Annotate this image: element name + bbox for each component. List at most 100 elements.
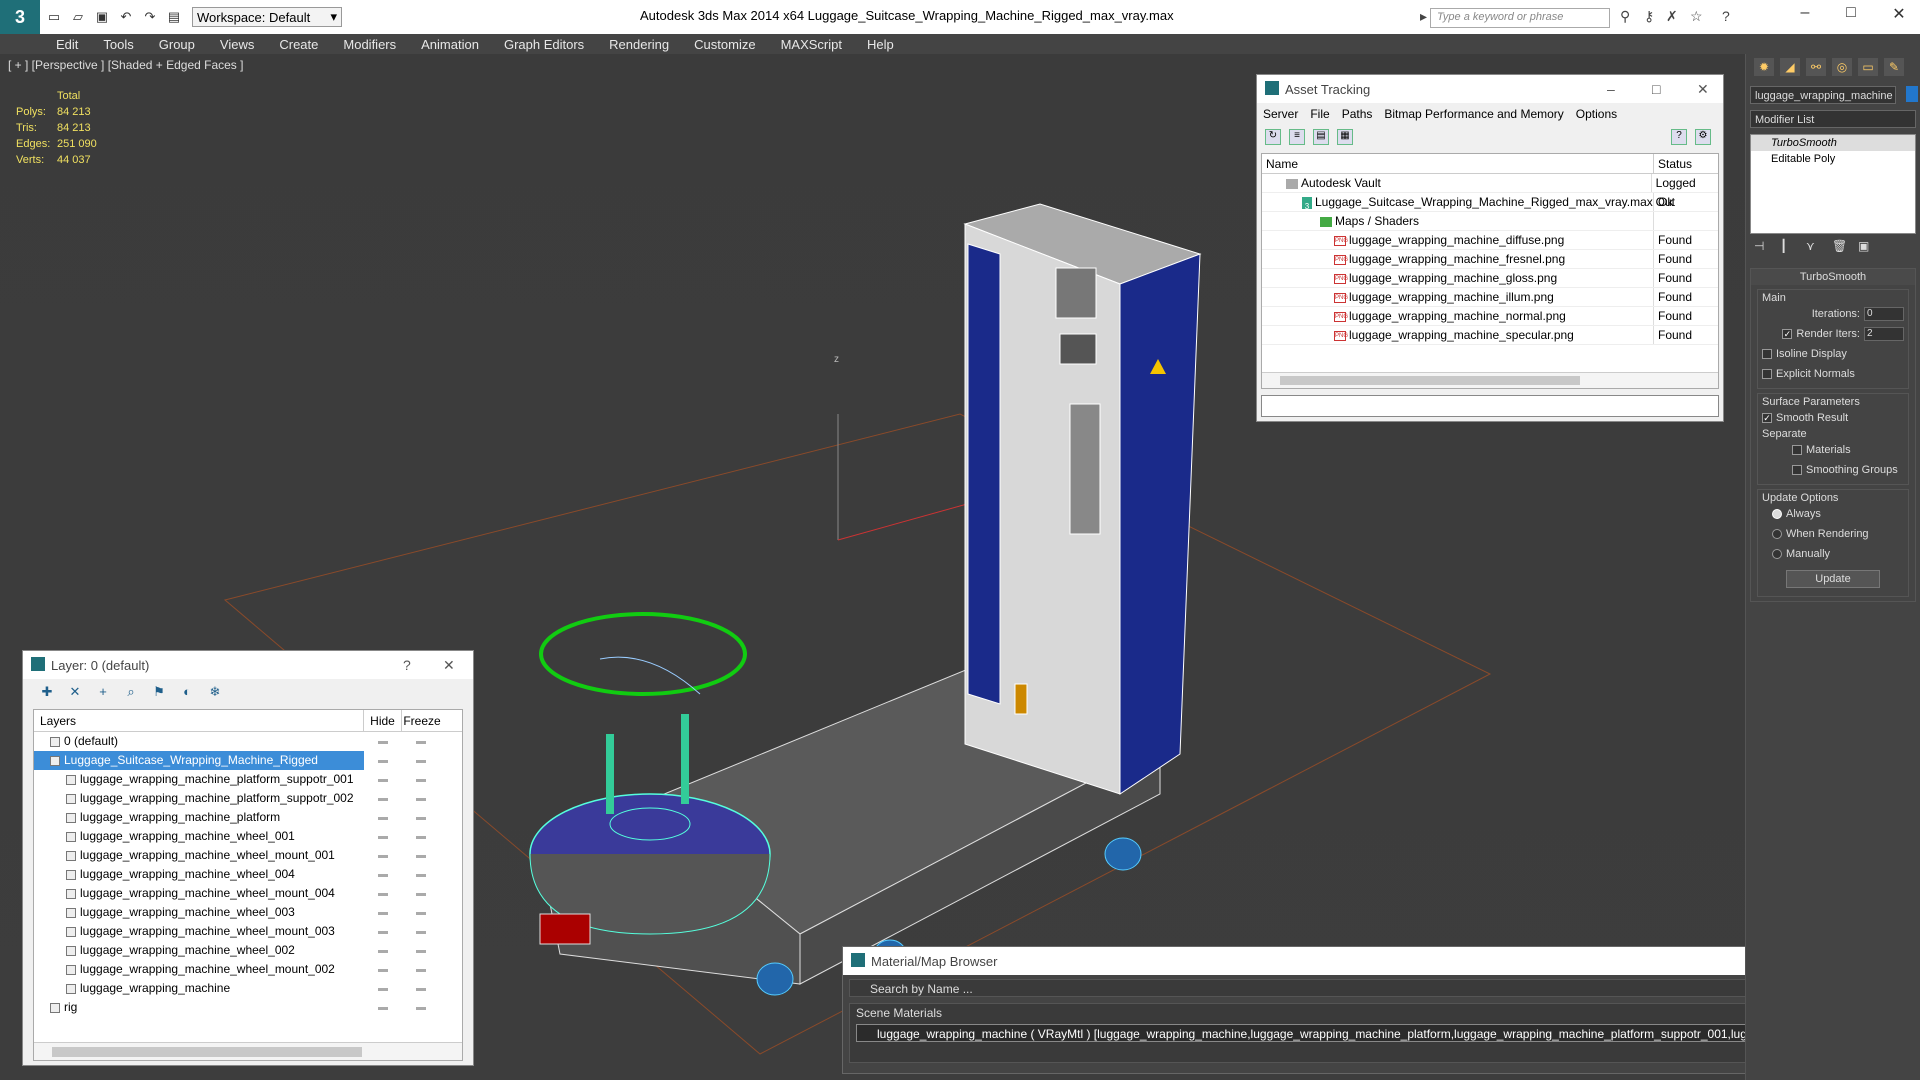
- close-icon[interactable]: ✕: [443, 657, 455, 674]
- add-to-layer-icon[interactable]: +: [95, 684, 111, 700]
- hide-toggle-icon[interactable]: ▬: [364, 922, 402, 941]
- material-item[interactable]: luggage_wrapping_machine ( VRayMtl ) [lu…: [856, 1024, 1888, 1042]
- hide-toggle-icon[interactable]: ▬: [364, 846, 402, 865]
- table-row[interactable]: PNGluggage_wrapping_machine_illum.png Fou…: [1262, 288, 1718, 307]
- freeze-toggle-icon[interactable]: ▬: [402, 960, 440, 979]
- menu-graph-editors[interactable]: Graph Editors: [504, 37, 584, 52]
- hide-toggle-icon[interactable]: ▬: [364, 827, 402, 846]
- settings-icon[interactable]: ⚙: [1695, 129, 1711, 145]
- column-hide[interactable]: Hide: [364, 710, 402, 731]
- table-row[interactable]: PNGluggage_wrapping_machine_gloss.png Fou…: [1262, 269, 1718, 288]
- freeze-toggle-icon[interactable]: ▬: [402, 922, 440, 941]
- table-row[interactable]: PNGluggage_wrapping_machine_diffuse.png F…: [1262, 231, 1718, 250]
- column-status[interactable]: Status: [1654, 154, 1692, 173]
- menu-help[interactable]: Help: [867, 37, 894, 52]
- refresh-icon[interactable]: ↻: [1265, 129, 1281, 145]
- layer-row[interactable]: luggage_wrapping_machine_wheel_003 ▬ ▬: [34, 903, 462, 922]
- manually-radio[interactable]: [1772, 549, 1782, 559]
- menu-rendering[interactable]: Rendering: [609, 37, 669, 52]
- freeze-toggle-icon[interactable]: ▬: [402, 827, 440, 846]
- freeze-toggle-icon[interactable]: ▬: [402, 770, 440, 789]
- menu-animation[interactable]: Animation: [421, 37, 479, 52]
- freeze-toggle-icon[interactable]: ▬: [402, 979, 440, 998]
- asset-tracking-titlebar[interactable]: Asset Tracking – □ ✕: [1257, 75, 1723, 103]
- list-view-icon[interactable]: ≡: [1289, 129, 1305, 145]
- layer-row[interactable]: Luggage_Suitcase_Wrapping_Machine_Rigged…: [34, 751, 462, 770]
- freeze-toggle-icon[interactable]: ▬: [402, 751, 440, 770]
- detail-view-icon[interactable]: ▤: [1313, 129, 1329, 145]
- create-tab-icon[interactable]: ✹: [1754, 58, 1774, 76]
- asset-menu-bitmap[interactable]: Bitmap Performance and Memory: [1384, 107, 1563, 121]
- freeze-toggle-icon[interactable]: ▬: [402, 903, 440, 922]
- scrollbar-thumb[interactable]: [52, 1047, 362, 1057]
- help-icon[interactable]: ?: [403, 657, 411, 673]
- hide-toggle-icon[interactable]: ▬: [364, 979, 402, 998]
- layer-row[interactable]: luggage_wrapping_machine ▬ ▬: [34, 979, 462, 998]
- materials-checkbox[interactable]: [1792, 445, 1802, 455]
- layer-row[interactable]: luggage_wrapping_machine_wheel_mount_003…: [34, 922, 462, 941]
- hide-toggle-icon[interactable]: ▬: [364, 770, 402, 789]
- table-row[interactable]: PNGluggage_wrapping_machine_specular.png…: [1262, 326, 1718, 345]
- menu-tools[interactable]: Tools: [103, 37, 133, 52]
- layer-row[interactable]: luggage_wrapping_machine_wheel_004 ▬ ▬: [34, 865, 462, 884]
- modifier-list-dropdown[interactable]: Modifier List: [1750, 110, 1916, 128]
- menu-modifiers[interactable]: Modifiers: [343, 37, 396, 52]
- layer-row[interactable]: luggage_wrapping_machine_platform_suppot…: [34, 789, 462, 808]
- horizontal-scrollbar[interactable]: [34, 1042, 462, 1060]
- menu-views[interactable]: Views: [220, 37, 254, 52]
- render-iters-spinner[interactable]: 2: [1864, 327, 1904, 341]
- render-iters-checkbox[interactable]: ✓: [1782, 329, 1793, 339]
- scrollbar-thumb[interactable]: [1280, 376, 1580, 385]
- help-icon[interactable]: ?: [1722, 8, 1730, 24]
- freeze-toggle-icon[interactable]: ▬: [402, 846, 440, 865]
- configure-sets-icon[interactable]: ▣: [1858, 239, 1872, 253]
- search-input[interactable]: Type a keyword or phrase: [1430, 8, 1610, 28]
- smooth-result-checkbox[interactable]: ✓: [1762, 413, 1772, 423]
- horizontal-scrollbar[interactable]: [1262, 372, 1718, 388]
- utilities-tab-icon[interactable]: ✎: [1884, 58, 1904, 76]
- table-row[interactable]: PNGluggage_wrapping_machine_fresnel.png F…: [1262, 250, 1718, 269]
- tools-icon[interactable]: ✗: [1666, 8, 1678, 25]
- layer-row[interactable]: luggage_wrapping_machine_wheel_002 ▬ ▬: [34, 941, 462, 960]
- always-radio[interactable]: [1772, 509, 1782, 519]
- table-row[interactable]: 3 Luggage_Suitcase_Wrapping_Machine_Rigge…: [1262, 193, 1718, 212]
- select-objects-icon[interactable]: ⌕: [123, 684, 139, 700]
- modify-tab-icon[interactable]: ◢: [1780, 58, 1800, 76]
- hide-toggle-icon[interactable]: ▬: [364, 903, 402, 922]
- hide-toggle-icon[interactable]: ▬: [364, 960, 402, 979]
- asset-menu-server[interactable]: Server: [1263, 107, 1298, 121]
- freeze-toggle-icon[interactable]: ▬: [402, 789, 440, 808]
- hide-toggle-icon[interactable]: ▬: [364, 884, 402, 903]
- material-search-input[interactable]: Search by Name ...: [849, 979, 1895, 997]
- isoline-checkbox[interactable]: [1762, 349, 1772, 359]
- hide-toggle-icon[interactable]: ▬: [364, 941, 402, 960]
- create-layer-icon[interactable]: ✚: [39, 684, 55, 700]
- menu-edit[interactable]: Edit: [56, 37, 78, 52]
- object-color-swatch[interactable]: [1906, 86, 1918, 102]
- table-row[interactable]: Maps / Shaders: [1262, 212, 1718, 231]
- show-end-result-icon[interactable]: ┃: [1780, 239, 1794, 253]
- close-icon[interactable]: ✕: [1697, 81, 1709, 98]
- table-row[interactable]: PNGluggage_wrapping_machine_normal.png Fo…: [1262, 307, 1718, 326]
- scene-materials-label[interactable]: Scene Materials: [856, 1006, 1888, 1020]
- key-icon[interactable]: ⚷: [1644, 8, 1654, 25]
- motion-tab-icon[interactable]: ◎: [1832, 58, 1852, 76]
- explicit-normals-checkbox[interactable]: [1762, 369, 1772, 379]
- undo-icon[interactable]: ↶: [116, 7, 136, 27]
- asset-menu-file[interactable]: File: [1310, 107, 1329, 121]
- hide-toggle-icon[interactable]: ▬: [364, 998, 402, 1017]
- freeze-toggle-icon[interactable]: ▬: [402, 865, 440, 884]
- column-name[interactable]: Name: [1262, 154, 1654, 173]
- star-icon[interactable]: ☆: [1690, 8, 1703, 25]
- stack-item-turbosmooth[interactable]: TurboSmooth: [1751, 135, 1915, 151]
- table-view-icon[interactable]: ▦: [1337, 129, 1353, 145]
- redo-icon[interactable]: ↷: [140, 7, 160, 27]
- minimize-icon[interactable]: –: [1607, 81, 1615, 97]
- freeze-toggle-icon[interactable]: ▬: [402, 998, 440, 1017]
- maximize-icon[interactable]: □: [1652, 81, 1660, 97]
- column-layers[interactable]: Layers: [34, 710, 364, 731]
- layer-manager-titlebar[interactable]: Layer: 0 (default) ? ✕: [23, 651, 473, 679]
- menu-create[interactable]: Create: [279, 37, 318, 52]
- save-file-icon[interactable]: ▣: [92, 7, 112, 27]
- rollout-title[interactable]: TurboSmooth: [1751, 269, 1915, 285]
